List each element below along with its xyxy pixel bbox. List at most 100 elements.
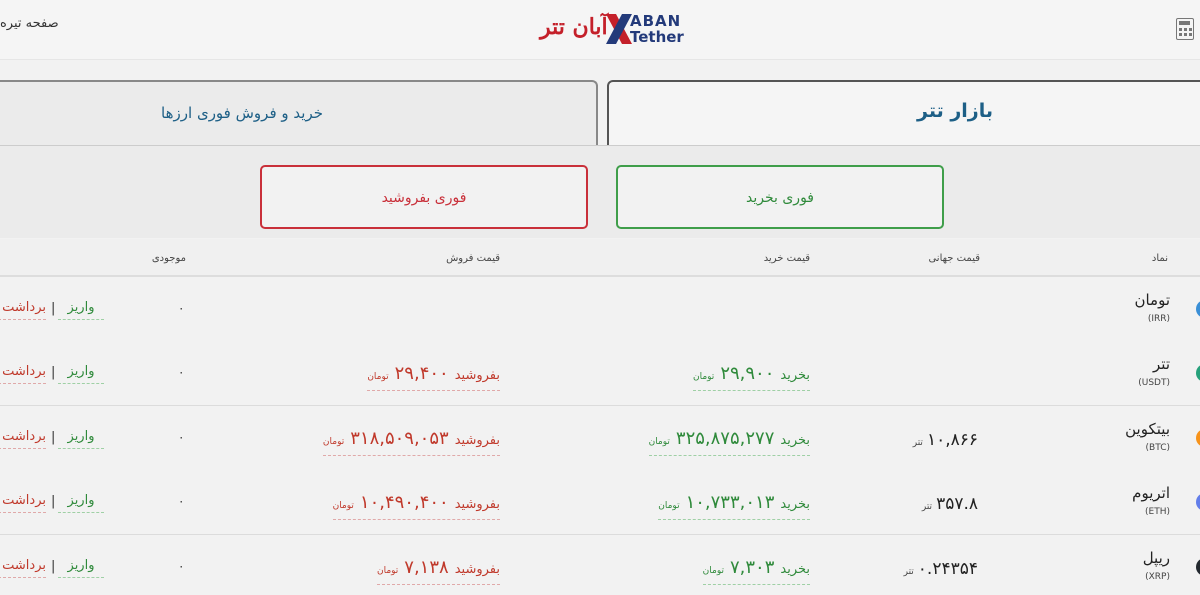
coin-icon <box>1196 493 1200 511</box>
tab-tether-market[interactable]: بازار تتر <box>607 80 1200 146</box>
coin-name: بیتکوین <box>1125 420 1170 438</box>
coin-symbol: (BTC) <box>1145 443 1170 453</box>
buy-price-link[interactable]: بخرید ۲۹,۹۰۰ تومان <box>692 363 810 391</box>
sell-price-value: ۳۱۸,۵۰۹,۰۵۳ <box>350 428 449 449</box>
buy-price-unit: تومان <box>692 372 715 382</box>
sell-price-link[interactable]: بفروشید ۲۹,۴۰۰ تومان <box>367 363 500 391</box>
buy-price-link[interactable]: بخرید ۱۰,۷۳۳,۰۱۳ تومان <box>658 492 810 520</box>
world-price-value: ۱۰,۸۶۶ <box>926 430 978 450</box>
coin-icon <box>1196 429 1200 447</box>
sell-word: بفروشید <box>454 497 500 512</box>
sell-price-unit: تومان <box>322 437 345 447</box>
buy-price-value: ۱۰,۷۳۳,۰۱۳ <box>685 492 775 513</box>
sell-word: بفروشید <box>454 562 500 577</box>
table-row: تومان (IRR) ۰ واریز | برداشت <box>0 277 1200 342</box>
deposit-link[interactable]: واریز <box>58 364 104 384</box>
sell-price-link[interactable]: بفروشید ۷,۱۳۸ تومان <box>376 557 500 585</box>
coin-name: تومان <box>1134 291 1170 309</box>
balance-value: ۰ <box>178 365 185 379</box>
world-price: ۰.۲۴۳۵۴تتر <box>904 559 978 579</box>
buy-price-link[interactable]: بخرید ۷,۳۰۳ تومان <box>702 557 810 585</box>
coin-symbol: (XRP) <box>1145 572 1170 582</box>
withdraw-link[interactable]: برداشت <box>0 364 46 384</box>
sell-price-value: ۷,۱۳۸ <box>404 557 449 578</box>
withdraw-link[interactable]: برداشت <box>0 300 46 320</box>
buy-price-unit: تومان <box>702 566 724 576</box>
balance-value: ۰ <box>178 559 185 573</box>
sell-word: بفروشید <box>454 433 500 448</box>
header-buy-price: قیمت خرید <box>763 253 810 264</box>
aban-tether-logo[interactable]: آبان تتر ABAN Tether <box>540 12 690 48</box>
sell-price-link[interactable]: بفروشید ۱۰,۴۹۰,۴۰۰ تومان <box>332 492 500 520</box>
link-separator: | <box>51 559 56 574</box>
sell-price-unit: تومان <box>376 566 399 576</box>
tab-instant-exchange[interactable]: خرید و فروش فوری ارزها <box>0 80 598 146</box>
coin-name: تتر <box>1153 355 1170 373</box>
buy-word: بخرید <box>780 368 810 383</box>
withdraw-link[interactable]: برداشت <box>0 493 46 513</box>
top-header: صفحه تیره آبان تتر ABAN Tether <box>0 0 1200 60</box>
deposit-link[interactable]: واریز <box>58 429 104 449</box>
table-row: ریپل (XRP) ۰.۲۴۳۵۴تتر بخرید۷,۳۰۳تومان بفروشی… <box>0 535 1200 595</box>
buy-word: بخرید <box>780 433 810 448</box>
header-balance: موجودی <box>151 253 186 264</box>
sell-price-link[interactable]: بفروشید ۳۱۸,۵۰۹,۰۵۳ تومان <box>322 428 500 456</box>
coin-icon <box>1196 300 1200 318</box>
sell-price-value: ۲۹,۴۰۰ <box>394 363 449 384</box>
table-header: نماد قیمت جهانی قیمت خرید قیمت فروش موجو… <box>0 239 1200 277</box>
deposit-link[interactable]: واریز <box>58 300 104 320</box>
balance-value: ۰ <box>178 494 185 508</box>
deposit-link[interactable]: واریز <box>58 493 104 513</box>
buy-word: بخرید <box>780 562 810 577</box>
world-price-value: ۳۵۷.۸ <box>936 494 978 514</box>
table-row: تتر (USDT) بخرید ۲۹,۹۰۰ تومان بفروشید ۲۹,۴۰۰ تو… <box>0 341 1200 406</box>
coin-symbol: (USDT) <box>1138 378 1170 388</box>
buy-word: بخرید <box>780 497 810 512</box>
coin-symbol: (IRR) <box>1147 314 1170 324</box>
tab-tether-market-label: بازار تتر <box>917 100 993 122</box>
sell-word: بفروشید <box>454 368 500 383</box>
buy-price-value: ۷,۳۰۳ <box>729 557 775 578</box>
buy-price-value: ۲۹,۹۰۰ <box>720 363 775 384</box>
world-price: ۳۵۷.۸تتر <box>922 494 978 514</box>
instant-sell-button[interactable]: فوری بفروشید <box>260 165 588 229</box>
world-price-unit: تتر <box>921 502 933 512</box>
coin-icon <box>1196 364 1200 382</box>
link-separator: | <box>51 365 56 380</box>
withdraw-link[interactable]: برداشت <box>0 558 46 578</box>
link-separator: | <box>51 301 56 316</box>
header-sell-price: قیمت فروش <box>446 253 500 264</box>
sell-price-unit: تومان <box>367 372 389 382</box>
link-separator: | <box>51 430 56 445</box>
instant-buy-button[interactable]: فوری بخرید <box>616 165 944 229</box>
calculator-icon[interactable] <box>1176 18 1194 40</box>
tab-instant-exchange-label: خرید و فروش فوری ارزها <box>161 104 323 122</box>
sell-price-value: ۱۰,۴۹۰,۴۰۰ <box>359 492 449 513</box>
coin-name: ریپل <box>1142 549 1170 567</box>
world-price-unit: تتر <box>903 567 914 577</box>
buy-price-unit: تومان <box>648 437 670 447</box>
deposit-link[interactable]: واریز <box>58 558 104 578</box>
world-price-unit: تتر <box>912 438 923 448</box>
balance-value: ۰ <box>178 301 185 315</box>
world-price: ۱۰,۸۶۶تتر <box>913 430 978 450</box>
coin-icon <box>1196 558 1200 576</box>
balance-value: ۰ <box>178 430 185 444</box>
header-world-price: قیمت جهانی <box>928 253 980 264</box>
logo-persian-text: آبان تتر <box>540 14 608 40</box>
world-price-value: ۰.۲۴۳۵۴ <box>917 559 978 579</box>
sell-price-unit: تومان <box>332 501 354 511</box>
link-separator: | <box>51 494 56 509</box>
coin-symbol: (ETH) <box>1145 507 1170 517</box>
logo-tether-text: Tether <box>630 28 684 46</box>
dark-mode-link[interactable]: صفحه تیره <box>0 16 59 31</box>
header-symbol: نماد <box>1151 253 1168 264</box>
buy-price-link[interactable]: بخرید ۳۲۵,۸۷۵,۲۷۷ تومان <box>648 428 810 456</box>
table-row: اتریوم (ETH) ۳۵۷.۸تتر بخرید۱۰,۷۳۳,۰۱۳تومان ب… <box>0 470 1200 535</box>
coin-name: اتریوم <box>1132 484 1170 502</box>
buy-price-value: ۳۲۵,۸۷۵,۲۷۷ <box>675 428 775 449</box>
action-panel <box>0 146 1200 238</box>
withdraw-link[interactable]: برداشت <box>0 429 46 449</box>
buy-price-unit: تومان <box>658 501 680 511</box>
table-row: بیتکوین (BTC) ۱۰,۸۶۶تتر بخرید ۳۲۵,۸۷۵,۲۷۷ توم… <box>0 406 1200 471</box>
